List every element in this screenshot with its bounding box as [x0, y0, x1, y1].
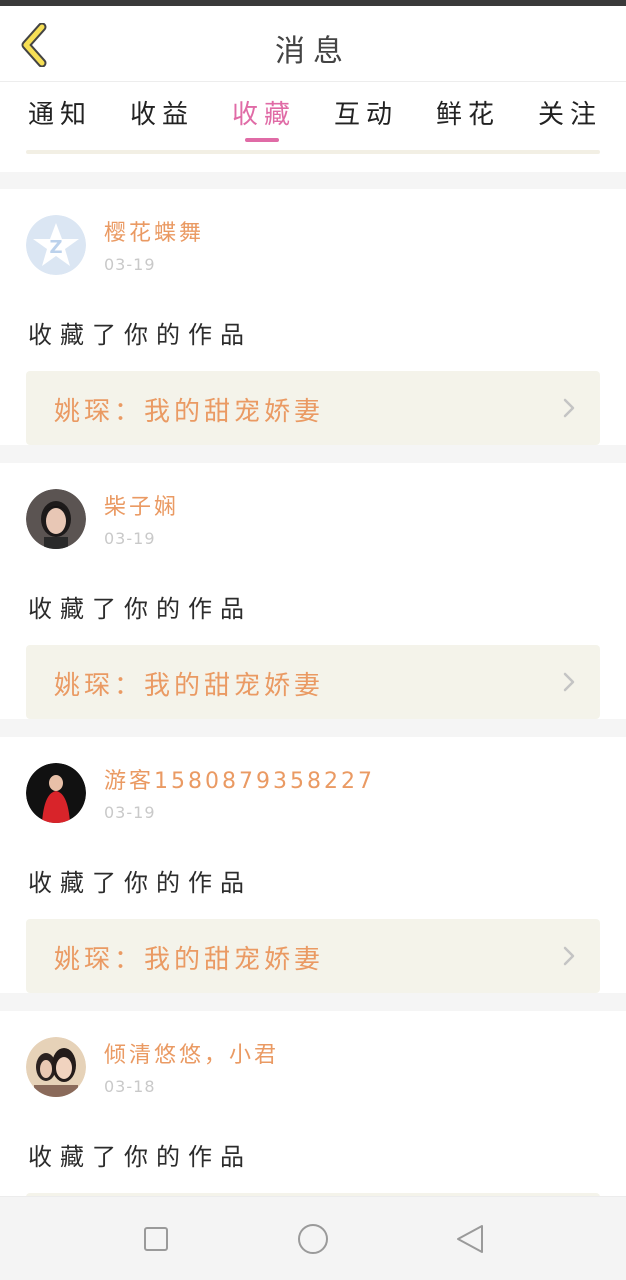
user-photo-icon: [26, 489, 86, 549]
list-item: 游客1580879358227 03-19 收藏了你的作品 姚琛：我的甜宠娇妻: [0, 737, 626, 993]
chevron-right-icon: [563, 398, 575, 418]
triangle-back-icon[interactable]: [452, 1221, 488, 1257]
action-text: 收藏了你的作品: [28, 1143, 252, 1171]
chevron-right-icon: [563, 672, 575, 692]
action-text: 收藏了你的作品: [28, 869, 252, 897]
svg-text:Z: Z: [49, 237, 62, 258]
work-title: 姚琛：我的甜宠娇妻: [54, 945, 325, 975]
active-tab-indicator: [245, 138, 279, 142]
tab-flowers[interactable]: 鲜花: [428, 94, 508, 134]
work-title: 姚琛：我的甜宠娇妻: [54, 671, 325, 701]
date: 03-19: [104, 255, 156, 274]
list-item: Z 樱花蝶舞 03-19 收藏了你的作品 姚琛：我的甜宠娇妻: [0, 189, 626, 445]
square-icon[interactable]: [138, 1221, 174, 1257]
circle-icon[interactable]: [295, 1221, 331, 1257]
user-photo-icon: [26, 1037, 86, 1097]
user-photo-icon: [26, 763, 86, 823]
action-text: 收藏了你的作品: [28, 595, 252, 623]
tab-favorites[interactable]: 收藏: [224, 94, 304, 134]
tab-follow[interactable]: 关注: [530, 94, 610, 134]
username[interactable]: 倾清悠悠，小君: [104, 1037, 279, 1069]
chevron-right-icon: [563, 946, 575, 966]
username[interactable]: 柴子娴: [104, 489, 179, 521]
date: 03-18: [104, 1077, 156, 1096]
default-avatar-icon: Z: [26, 215, 86, 275]
tabs-divider: [26, 150, 600, 154]
username[interactable]: 樱花蝶舞: [104, 215, 204, 247]
work-title: 姚琛：我的甜宠娇妻: [54, 397, 325, 427]
avatar[interactable]: Z: [26, 215, 86, 275]
list-item: 倾清悠悠，小君 03-18 收藏了你的作品: [0, 1011, 626, 1196]
header: 消息: [0, 6, 626, 82]
work-link[interactable]: 姚琛：我的甜宠娇妻: [26, 645, 600, 719]
tab-earnings[interactable]: 收益: [122, 94, 202, 134]
list-item: 柴子娴 03-19 收藏了你的作品 姚琛：我的甜宠娇妻: [0, 463, 626, 719]
message-list: Z 樱花蝶舞 03-19 收藏了你的作品 姚琛：我的甜宠娇妻 柴子娴 03-19…: [0, 172, 626, 1196]
tab-notify[interactable]: 通知: [20, 94, 100, 134]
system-nav-bar: [0, 1196, 626, 1280]
work-link[interactable]: 姚琛：我的甜宠娇妻: [26, 919, 600, 993]
username[interactable]: 游客1580879358227: [104, 763, 375, 795]
action-text: 收藏了你的作品: [28, 321, 252, 349]
date: 03-19: [104, 803, 156, 822]
avatar[interactable]: [26, 489, 86, 549]
avatar[interactable]: [26, 1037, 86, 1097]
date: 03-19: [104, 529, 156, 548]
work-link[interactable]: 姚琛：我的甜宠娇妻: [26, 371, 600, 445]
avatar[interactable]: [26, 763, 86, 823]
tab-bar: 通知 收益 收藏 互动 鲜花 关注: [0, 82, 626, 152]
page-title: 消息: [275, 34, 351, 69]
tab-interaction[interactable]: 互动: [326, 94, 406, 134]
